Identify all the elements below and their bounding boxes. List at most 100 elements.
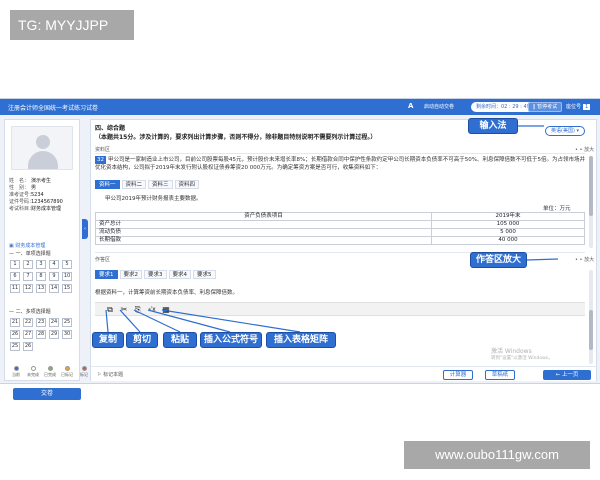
divider [95,153,585,154]
question-stem: 32 甲公司是一家制造业上市公司，目前公司股票每股45元，预计股价未来增长率8%；… [95,156,585,171]
material-enlarge-button[interactable]: • • 放大 [575,146,594,153]
multi-question-button[interactable]: 25 [62,318,72,327]
single-question-button[interactable]: 2 [23,260,33,269]
answer-tabs: 要求1 要求2 要求3 要求4 要求5 [95,270,216,279]
section-single-choice[interactable]: — 一、单项选择题 [9,250,51,257]
calculator-button[interactable]: 计算器 [443,370,473,380]
tab-requirement-3[interactable]: 要求3 [144,270,167,279]
tab-requirement-2[interactable]: 要求2 [119,270,142,279]
tab-material-4[interactable]: 资料四 [174,180,200,189]
legend-dot-icon [64,366,70,371]
single-question-button[interactable]: 13 [36,284,46,293]
multi-question-button[interactable]: 25 [10,342,20,351]
multi-question-button[interactable]: 21 [10,318,20,327]
avatar-head-icon [36,135,50,149]
answer-enlarge-button[interactable]: • • 放大 [575,256,594,263]
multi-question-button[interactable]: 26 [10,330,20,339]
multi-choice-grid: 21 22 23 24 25 26 27 28 29 30 25 26 [10,318,72,351]
legend-item: 未完成 [26,366,40,378]
multi-question-button[interactable]: 24 [49,318,59,327]
requirement-text: 根据资料一，计算筹资前长期资本负债率、利息保障倍数。 [95,290,239,296]
material-scrollbar[interactable] [589,156,593,248]
info-row: 准考证号：5234 [9,192,44,198]
multi-question-button[interactable]: 22 [23,318,33,327]
table-row: 长期借款 40 000 [95,236,585,245]
answer-area-label: 作答区 [95,257,111,263]
input-method-selector[interactable]: 英语(美国) ▾ [545,126,586,136]
callout-table: 插入表格矩阵 [266,332,336,348]
bottom-action-bar: ⚐ 标记本题 计算器 草稿纸 ← 上一页 [91,366,596,381]
callout-input-method: 输入法 [468,118,518,134]
info-row: 考试科目：财务成本管理 [9,206,62,212]
tab-material-2[interactable]: 资料二 [121,180,147,189]
scrollbar-thumb[interactable] [589,156,593,216]
candidate-panel: 姓 名： 演示考生 性 别：男 准考证号：5234 证件号码：1234567890… [4,119,88,400]
info-row: 性 别：男 [9,185,37,191]
multi-question-button[interactable]: 23 [36,318,46,327]
table-row: 资产总计 105 000 [95,220,585,229]
font-size-icon[interactable]: A [408,102,413,110]
seat-value: 1 [583,104,591,110]
tab-requirement-4[interactable]: 要求4 [168,270,191,279]
tab-material-1[interactable]: 资料一 [95,180,120,189]
balance-sheet-table: 资产负债表项目 2019年末 资产总计 105 000 流动负债 5 000 长期借… [95,212,585,245]
table-matrix-icon[interactable]: ▦ [161,305,171,315]
single-question-button[interactable]: 11 [10,284,20,293]
multi-question-button[interactable]: 28 [36,330,46,339]
tab-material-3[interactable]: 资料三 [148,180,173,189]
legend-item: 标记 [77,366,91,378]
collapse-panel-button[interactable]: ‹ [82,219,88,239]
exam-title: 注册会计师全国统一考试练习试卷 [8,105,99,112]
question-instructions: （本题共15分。涉及计算的，要求列出计算步骤，否则不得分，除非题目特别说明不需要… [95,134,377,141]
avatar-body-icon [28,151,58,169]
table-header-row: 资产负债表项目 2019年末 [95,212,585,221]
single-question-button[interactable]: 3 [36,260,46,269]
legend-dot-icon [81,366,87,371]
single-question-button[interactable]: 15 [62,284,72,293]
info-row: 证件号码：1234567890 [9,199,63,205]
subject-link[interactable]: ▣ 财务成本管理 [9,242,45,249]
multi-question-button[interactable]: 29 [49,330,59,339]
callout-copy: 复制 [92,332,124,348]
draft-paper-button[interactable]: 草稿纸 [485,370,515,380]
pause-button[interactable]: ‖ 暂停考试 [528,102,563,112]
callout-answer-enlarge: 作答区放大 [470,252,527,268]
single-question-button[interactable]: 6 [10,272,20,281]
multi-question-button[interactable]: 26 [23,342,33,351]
material-tabs: 资料一 资料二 资料三 资料四 [95,180,200,189]
cut-icon[interactable]: ✂ [119,305,129,315]
submit-exam-button[interactable]: 交卷 [13,388,81,400]
section-multi-choice[interactable]: — 二、多项选择题 [9,308,51,315]
single-question-button[interactable]: 14 [49,284,59,293]
copy-icon[interactable]: ⧉ [105,305,115,315]
single-question-button[interactable]: 5 [62,260,72,269]
single-question-button[interactable]: 4 [49,260,59,269]
auto-submit-toggle[interactable]: 启动自动交卷 [424,103,454,110]
legend-dot-icon [30,366,36,371]
mark-question-button[interactable]: ⚐ 标记本题 [97,371,123,378]
single-question-button[interactable]: 10 [62,272,72,281]
material-subtitle: 甲公司2019年预计财务报表主要数据。 [105,196,202,202]
single-question-button[interactable]: 12 [23,284,33,293]
scrollbar-thumb[interactable] [589,310,593,350]
single-question-button[interactable]: 9 [49,272,59,281]
previous-page-button[interactable]: ← 上一页 [543,370,591,380]
watermark-top-left: TG: MYYJJPP [10,10,134,40]
single-question-button[interactable]: 8 [36,272,46,281]
seat-number: 座位号 1 [566,103,591,110]
callout-paste: 粘贴 [163,332,197,348]
formula-icon[interactable]: √x [147,305,157,315]
single-question-button[interactable]: 1 [10,260,20,269]
answer-scrollbar[interactable] [589,270,593,364]
tab-requirement-1[interactable]: 要求1 [95,270,118,279]
question-number-badge: 32 [95,156,106,164]
multi-question-button[interactable]: 30 [62,330,72,339]
editor-toolbar: ⧉ ✂ ⎘ √x ▦ [95,302,585,316]
single-question-button[interactable]: 7 [23,272,33,281]
multi-question-button[interactable]: 27 [23,330,33,339]
paste-icon[interactable]: ⎘ [133,305,143,315]
countdown-timer: 剩余时间：02 : 29 : 49 [471,102,535,112]
info-row: 姓 名： 演示考生 [9,178,52,184]
table-unit: 单位：万元 [543,206,571,212]
tab-requirement-5[interactable]: 要求5 [193,270,216,279]
